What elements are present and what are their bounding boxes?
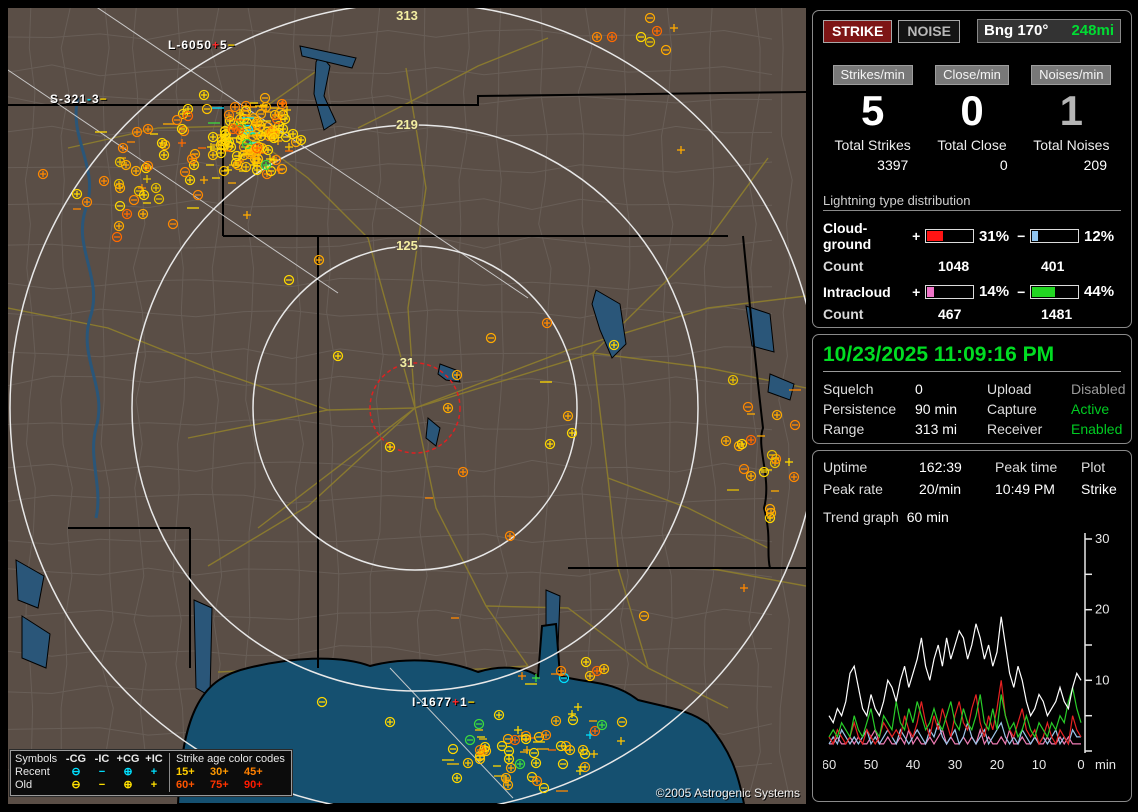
cloud-ground-row: Cloud-ground + 31% − 12%	[823, 220, 1121, 252]
ic-minus-count: 1481	[1041, 306, 1073, 322]
ic-plus-bar	[924, 284, 975, 299]
upload-label: Upload	[987, 381, 1032, 397]
receiver-label: Receiver	[987, 421, 1043, 437]
squelch-label: Squelch	[823, 381, 874, 397]
plot-value: Strike	[1081, 481, 1117, 497]
peak-time-label: Peak time	[995, 459, 1058, 475]
peak-rate-label: Peak rate	[823, 481, 883, 497]
ic-minus-bar	[1029, 284, 1080, 299]
close-per-min-value: 0	[960, 87, 984, 134]
range-value: 313 mi	[915, 421, 958, 437]
plot-label: Plot	[1081, 459, 1106, 475]
squelch-value: 0	[915, 381, 923, 397]
trend-graph: 30 20 10 60 50 40 30 20 10 0 min	[822, 529, 1123, 791]
count-label: Count	[823, 258, 864, 274]
cg-minus-bar	[1029, 229, 1080, 243]
svg-text:219: 219	[396, 117, 418, 132]
cg-minus-count: 401	[1041, 258, 1065, 274]
svg-text:20: 20	[990, 757, 1004, 772]
strike-stats-panel: STRIKE NOISE Bng 170° 248mi Strikes/min …	[812, 10, 1132, 328]
nexstorm-window: 31 125 219 313 L-6050+5− S-321-3− I-1677+1− S…	[0, 0, 1138, 812]
sidebar: STRIKE NOISE Bng 170° 248mi Strikes/min …	[812, 10, 1132, 802]
upload-value: Disabled	[1071, 381, 1126, 397]
total-noises-label: Total Noises	[1033, 137, 1110, 153]
intracloud-count-row: Count 467 1481	[823, 306, 1121, 322]
cloud-ground-label: Cloud-ground	[823, 220, 872, 252]
bearing-range: 248mi	[1071, 22, 1114, 39]
svg-text:30: 30	[1095, 531, 1109, 546]
cg-minus-pct: 12%	[1084, 227, 1115, 245]
minus-sign: −	[1017, 228, 1026, 244]
cg-plus-bar	[924, 229, 975, 243]
close-per-min-column: Close/min 0 Total Close 0	[922, 65, 1021, 173]
uptime-label: Uptime	[823, 459, 868, 475]
bearing-readout: Bng 170° 248mi	[977, 19, 1121, 43]
svg-text:40: 40	[906, 757, 920, 772]
count-label: Count	[823, 306, 864, 322]
total-close-value: 0	[999, 157, 1008, 173]
total-close-label: Total Close	[937, 137, 1007, 153]
close-per-min-chip: Close/min	[935, 65, 1009, 85]
intracloud-label: Intracloud	[823, 283, 891, 300]
peak-time-value: 10:49 PM	[995, 481, 1055, 497]
distribution-title: Lightning type distribution	[823, 193, 1121, 211]
lightning-map[interactable]: 31 125 219 313 L-6050+5− S-321-3− I-1677+1− S…	[8, 8, 806, 804]
capture-label: Capture	[987, 401, 1037, 417]
trend-graph-label: Trend graph	[823, 509, 899, 525]
map-canvas[interactable]: 31 125 219 313	[8, 8, 806, 804]
total-strikes-value: 3397	[877, 157, 909, 173]
ic-minus-pct: 44%	[1084, 283, 1115, 300]
copyright-text: ©2005 Astrogenic Systems	[655, 786, 800, 800]
minus-sign: −	[1017, 283, 1026, 300]
svg-text:0: 0	[1077, 757, 1084, 772]
total-noises-value: 209	[1083, 157, 1107, 173]
capture-value: Active	[1071, 401, 1110, 417]
intracloud-row: Intracloud + 14% − 44%	[823, 283, 1121, 300]
cg-plus-pct: 31%	[979, 227, 1010, 245]
storm-cell-label: L-6050+5−	[168, 38, 236, 52]
peak-rate-value: 20/min	[919, 481, 962, 497]
noises-per-min-value: 1	[1059, 87, 1083, 134]
storm-cell-label: S-321-3−	[50, 92, 108, 106]
svg-text:10: 10	[1032, 757, 1046, 772]
persistence-label: Persistence	[823, 401, 897, 417]
svg-text:60: 60	[823, 757, 836, 772]
noises-per-min-column: Noises/min 1 Total Noises 209	[1022, 65, 1121, 173]
receiver-value: Enabled	[1071, 421, 1123, 437]
cg-plus-count: 1048	[938, 258, 970, 274]
strikes-per-min-chip: Strikes/min	[832, 65, 913, 85]
strike-legend: Symbols -CG -IC +CG +IC Strike age color code…	[9, 749, 293, 797]
range-label: Range	[823, 421, 865, 437]
svg-text:125: 125	[396, 238, 418, 253]
svg-text:313: 313	[396, 8, 418, 23]
plus-sign: +	[912, 283, 921, 300]
svg-text:30: 30	[948, 757, 962, 772]
uptime-value: 162:39	[919, 459, 962, 475]
svg-text:min: min	[1095, 757, 1116, 772]
plus-sign: +	[912, 228, 921, 244]
bearing-label: Bng 170°	[984, 22, 1049, 39]
status-panel: 10/23/2025 11:09:16 PM Squelch 0 Upload …	[812, 334, 1132, 444]
ic-plus-count: 467	[938, 306, 962, 322]
storm-cell-label: I-1677+1−	[412, 695, 476, 709]
svg-text:31: 31	[400, 355, 414, 370]
total-strikes-label: Total Strikes	[834, 137, 911, 153]
noises-per-min-chip: Noises/min	[1031, 65, 1112, 85]
strike-mode-button[interactable]: STRIKE	[823, 19, 893, 43]
svg-text:50: 50	[864, 757, 878, 772]
trend-window-value: 60 min	[906, 509, 949, 525]
svg-text:20: 20	[1095, 602, 1109, 617]
svg-text:10: 10	[1095, 672, 1109, 687]
ic-plus-pct: 14%	[979, 283, 1010, 300]
cloud-ground-count-row: Count 1048 401	[823, 258, 1121, 274]
datetime-display: 10/23/2025 11:09:16 PM	[823, 343, 1121, 372]
trend-panel: Uptime 162:39 Peak time Plot Peak rate 2…	[812, 450, 1132, 802]
strikes-per-min-value: 5	[860, 87, 885, 134]
noise-mode-button[interactable]: NOISE	[898, 19, 960, 43]
strikes-per-min-column: Strikes/min 5 Total Strikes 3397	[823, 65, 922, 173]
persistence-value: 90 min	[915, 401, 958, 417]
